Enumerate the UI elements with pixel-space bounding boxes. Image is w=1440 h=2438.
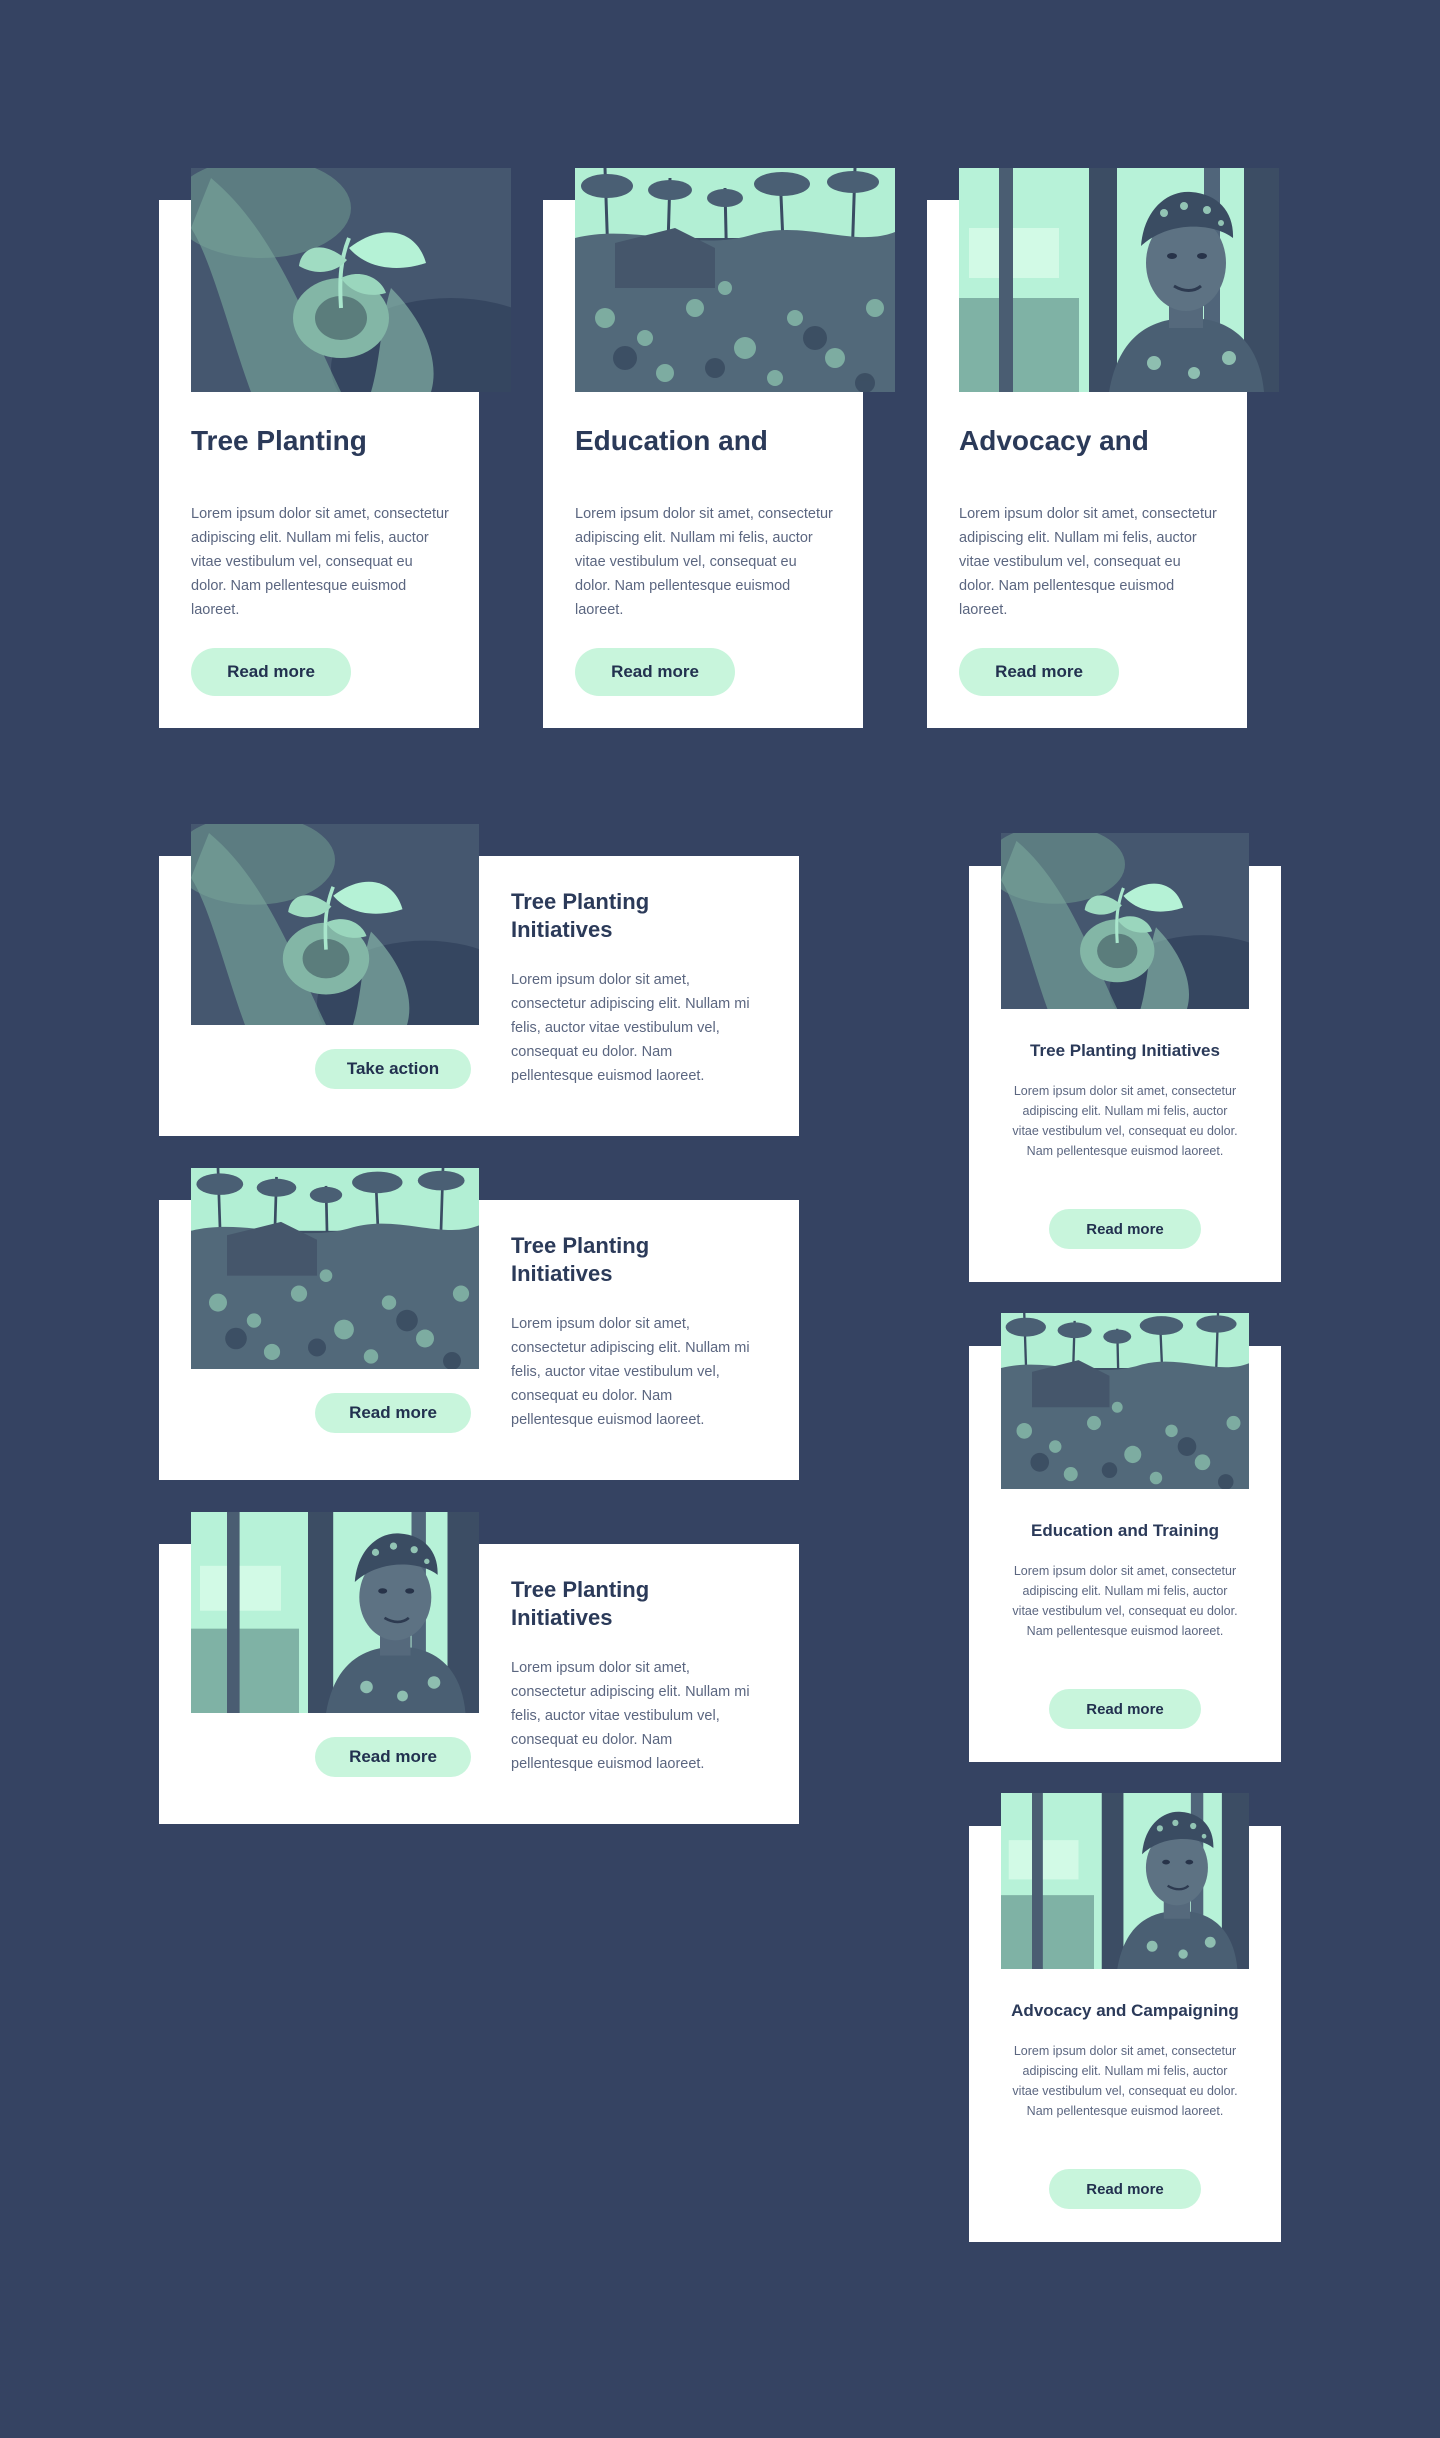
woman-portrait-image xyxy=(1001,1793,1249,1969)
tall-card-1-body: Lorem ipsum dolor sit amet, consectetur … xyxy=(191,506,449,618)
tall-card-1-title: Tree Planting xyxy=(191,425,367,456)
tall-card-1-read-more-button[interactable]: Read more xyxy=(191,648,351,696)
tall-card-3-body: Lorem ipsum dolor sit amet, consectetur … xyxy=(959,506,1217,618)
tall-card-3-photo xyxy=(959,168,1279,392)
small-card-1-photo xyxy=(1001,833,1249,1009)
small-card-3-title: Advocacy and Campaigning xyxy=(1011,2001,1239,2020)
small-card-2-body: Lorem ipsum dolor sit amet, consectetur … xyxy=(1012,1564,1238,1638)
tall-card-2-photo xyxy=(575,168,895,392)
small-card-2-photo xyxy=(1001,1313,1249,1489)
horizontal-card-2-body: Lorem ipsum dolor sit amet, consectetur … xyxy=(511,1316,750,1428)
horizontal-card-1-title: Tree Planting Initiatives xyxy=(511,889,650,942)
small-card-1-read-more-button[interactable]: Read more xyxy=(1049,1209,1201,1249)
horizontal-card-3-title: Tree Planting Initiatives xyxy=(511,1577,650,1630)
seedling-in-hands-image xyxy=(191,824,479,1025)
small-card-2-read-more-button[interactable]: Read more xyxy=(1049,1689,1201,1729)
tall-card-3-read-more-button[interactable]: Read more xyxy=(959,648,1119,696)
horizontal-card-2-read-more-button[interactable]: Read more xyxy=(315,1393,471,1433)
cleared-forest-image xyxy=(1001,1313,1249,1489)
horizontal-card-2-title: Tree Planting Initiatives xyxy=(511,1233,650,1286)
tall-card-2-title: Education and xyxy=(575,425,768,456)
tall-card-1-photo xyxy=(191,168,511,392)
horizontal-card-2-photo xyxy=(191,1168,479,1369)
cleared-forest-image xyxy=(191,1168,479,1369)
small-card-1-title: Tree Planting Initiatives xyxy=(1030,1041,1220,1060)
woman-portrait-image xyxy=(191,1512,479,1713)
small-card-2-title: Education and Training xyxy=(1031,1521,1219,1540)
tall-card-2-read-more-button[interactable]: Read more xyxy=(575,648,735,696)
small-card-3-read-more-button[interactable]: Read more xyxy=(1049,2169,1201,2209)
tall-card-3-title: Advocacy and xyxy=(959,425,1149,456)
horizontal-card-3-photo xyxy=(191,1512,479,1713)
horizontal-card-3-body: Lorem ipsum dolor sit amet, consectetur … xyxy=(511,1660,750,1772)
seedling-in-hands-image xyxy=(191,168,511,392)
woman-portrait-image xyxy=(959,168,1279,392)
horizontal-card-3-read-more-button[interactable]: Read more xyxy=(315,1737,471,1777)
take-action-button[interactable]: Take action xyxy=(315,1049,471,1089)
small-card-1-body: Lorem ipsum dolor sit amet, consectetur … xyxy=(1012,1084,1238,1158)
horizontal-card-1-photo xyxy=(191,824,479,1025)
small-card-3-body: Lorem ipsum dolor sit amet, consectetur … xyxy=(1012,2044,1238,2118)
cleared-forest-image xyxy=(575,168,895,392)
small-card-3-photo xyxy=(1001,1793,1249,1969)
horizontal-card-1-body: Lorem ipsum dolor sit amet, consectetur … xyxy=(511,972,750,1084)
tall-card-2-body: Lorem ipsum dolor sit amet, consectetur … xyxy=(575,506,833,618)
seedling-in-hands-image xyxy=(1001,833,1249,1009)
